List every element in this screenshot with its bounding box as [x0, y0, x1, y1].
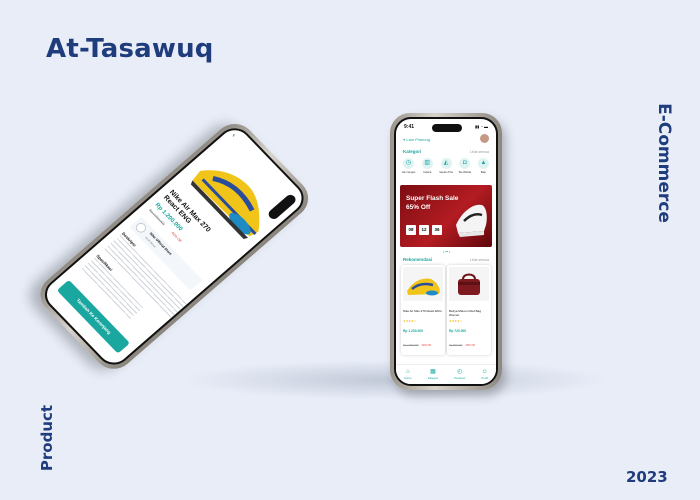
- category-row: ◷ Jam tangan ▥ Celana ◭ Sepatu Pria ◘ Ta…: [401, 158, 491, 174]
- flash-sale-timer: 08 12 36: [406, 225, 442, 235]
- nav-item-category[interactable]: ▦ Kategori: [428, 369, 438, 380]
- rating-stars: ★★★★☆: [449, 319, 463, 323]
- category-label: Baju: [480, 171, 487, 174]
- location-text: Lam Pineung: [406, 137, 430, 142]
- category-label: Celana: [423, 171, 432, 174]
- home-icon: ⌂: [406, 369, 410, 375]
- nav-item-orders[interactable]: ◴ Pesanan: [454, 369, 465, 380]
- recommend-heading: Rekomendasi: [403, 257, 433, 262]
- product-discount: 40% Off: [170, 231, 183, 243]
- product-image: [403, 267, 443, 301]
- timer-seconds: 36: [432, 225, 442, 235]
- brand-title: At-Tasawuq: [46, 34, 214, 64]
- timer-hours: 08: [406, 225, 416, 235]
- flash-sale-shoe-image: [456, 204, 487, 237]
- type-label: Product: [38, 404, 56, 472]
- product-card[interactable]: Nike Air Max 270 React ENG ★★★★☆ Rp 1.20…: [401, 265, 445, 355]
- nav-item-profile[interactable]: ☺ Profil: [482, 369, 488, 380]
- pants-icon: ▥: [421, 158, 433, 169]
- category-item[interactable]: ◭ Sepatu Pria: [439, 158, 454, 174]
- bag-icon: ◘: [459, 158, 471, 169]
- category-item[interactable]: ◷ Jam tangan: [401, 158, 416, 174]
- category-icon: ▦: [430, 369, 436, 375]
- categories-heading: Kategori: [403, 149, 422, 154]
- orders-icon: ◴: [457, 369, 463, 375]
- dynamic-island: [432, 124, 462, 132]
- product-name: Bettya Maroon Red Bag Woman: [449, 309, 482, 317]
- category-item[interactable]: ▥ Celana: [420, 158, 435, 174]
- recommend-see-all[interactable]: Lihat semua: [470, 258, 489, 262]
- avatar[interactable]: [480, 134, 489, 143]
- category-label: Sepatu Pria: [439, 171, 453, 174]
- bottom-nav: ⌂ Home ▦ Kategori ◴ Pesanan ☺ Profil: [396, 364, 496, 384]
- shoe-icon: ◭: [440, 158, 452, 169]
- product-card[interactable]: Bettya Maroon Red Bag Woman ★★★★☆ Rp 720…: [447, 265, 491, 355]
- detail-phone: ‹ Nike Air Max 270 React ENG Rp 1.200.00…: [31, 116, 317, 377]
- category-label: E-Commerce: [654, 103, 674, 223]
- carousel-dots: • ━ •: [443, 249, 451, 254]
- nav-label: Kategori: [427, 376, 439, 380]
- product-old-price: Rp 2.000.000: [403, 344, 419, 347]
- flash-sale-banner[interactable]: Super Flash Sale 65% Off 08 12 36: [400, 185, 492, 247]
- detail-screen: ‹ Nike Air Max 270 React ENG Rp 1.200.00…: [37, 121, 311, 372]
- product-grid: Nike Air Max 270 React ENG ★★★★☆ Rp 1.20…: [401, 265, 491, 355]
- shirt-icon: ▲: [478, 158, 489, 169]
- nav-label: Profil: [481, 376, 488, 380]
- nav-label: Home: [404, 376, 412, 380]
- category-item[interactable]: ◘ Tas Wanita: [457, 158, 472, 174]
- categories-see-all[interactable]: Lihat semua: [470, 150, 489, 154]
- product-image: [449, 267, 489, 301]
- timer-minutes: 12: [419, 225, 429, 235]
- location-label[interactable]: ⌖ Lam Pineung: [403, 137, 430, 142]
- category-item[interactable]: ▲ Baju: [476, 158, 491, 174]
- product-discount: 20% Off: [465, 344, 475, 347]
- home-screen: 9:41 ▮▮ ◔ ▬ ⌖ Lam Pineung Kategori Lihat…: [394, 117, 498, 386]
- category-label: Jam tangan: [401, 171, 416, 174]
- store-logo: [133, 220, 149, 235]
- nav-item-home[interactable]: ⌂ Home: [404, 369, 411, 380]
- status-time: 9:41: [404, 124, 415, 130]
- product-discount: 40% Off: [421, 344, 431, 347]
- category-label: Tas Wanita: [458, 171, 472, 174]
- back-icon[interactable]: ‹: [230, 133, 237, 139]
- product-name: Nike Air Max 270 React ENG: [403, 309, 442, 313]
- product-old-price: Rp 900.000: [449, 344, 463, 347]
- home-phone: 9:41 ▮▮ ◔ ▬ ⌖ Lam Pineung Kategori Lihat…: [390, 113, 502, 390]
- rating-stars: ★★★★☆: [403, 319, 417, 323]
- status-icons: ▮▮ ◔ ▬: [474, 124, 488, 129]
- watch-icon: ◷: [403, 158, 414, 169]
- profile-icon: ☺: [481, 369, 488, 375]
- nav-label: Pesanan: [454, 376, 466, 380]
- year-label: 2023: [626, 468, 668, 486]
